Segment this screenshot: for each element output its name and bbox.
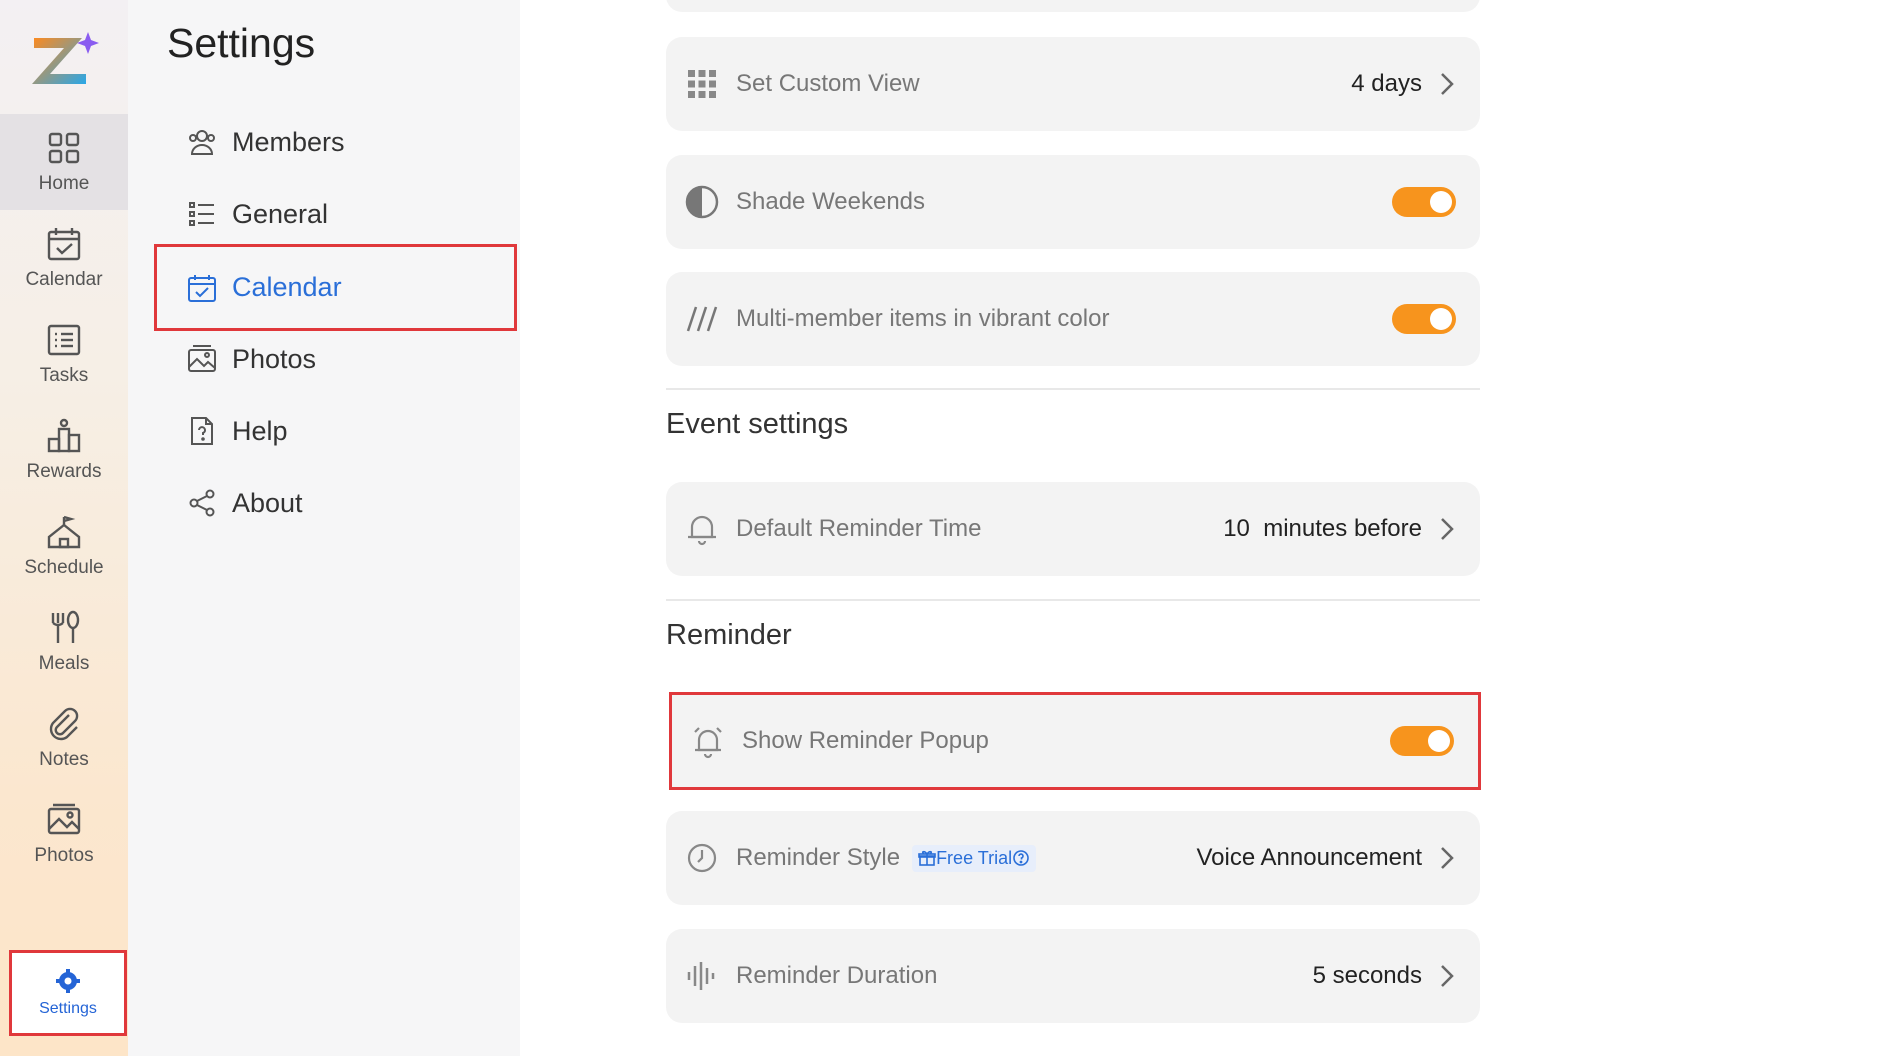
settings-item-help[interactable]: Help (154, 395, 514, 467)
section-title-reminder: Reminder (666, 619, 792, 651)
nav-item-rewards[interactable]: Rewards (0, 402, 128, 498)
setting-label: Reminder Style (736, 844, 901, 871)
nav-item-settings[interactable]: Settings (9, 950, 127, 1036)
shade-weekends-row: Shade Weekends (666, 155, 1480, 249)
divider (666, 599, 1480, 601)
settings-item-label: Members (232, 126, 345, 157)
nav-label: Calendar (25, 269, 103, 290)
meals-icon (51, 610, 80, 643)
multi-member-vibrant-row: Multi-member items in vibrant color (666, 272, 1480, 366)
nav-item-home[interactable]: Home (0, 114, 128, 210)
settings-item-label: Help (232, 415, 288, 446)
free-trial-badge[interactable]: Free Trial (912, 844, 1037, 872)
grid-dots-icon (688, 70, 716, 98)
nav-label: Tasks (39, 365, 89, 386)
divider (666, 388, 1480, 390)
home-grid-icon (48, 132, 80, 164)
paperclip-icon (49, 707, 79, 741)
setting-label: Default Reminder Time (736, 515, 982, 542)
settings-item-members[interactable]: Members (154, 106, 514, 178)
nav-item-schedule[interactable]: Schedule (0, 498, 128, 594)
section-title-event-settings: Event settings (666, 408, 849, 440)
settings-item-calendar[interactable]: Calendar (154, 244, 517, 331)
schedule-icon (47, 515, 81, 549)
half-circle-icon (685, 185, 719, 219)
settings-item-about[interactable]: About (154, 467, 514, 539)
setting-value: 5 seconds (1312, 962, 1422, 989)
audio-wave-icon (687, 962, 715, 990)
settings-item-label: About (232, 487, 303, 518)
nav-rail: Home Calendar Tasks Rewards Schedule Mea… (0, 0, 128, 1056)
list-icon (189, 202, 214, 226)
photos-icon (188, 345, 216, 372)
default-reminder-time-row[interactable]: Default Reminder Time 10 minutes before (666, 482, 1480, 576)
chevron-right-icon (1441, 73, 1454, 95)
settings-item-label: Calendar (232, 272, 342, 302)
set-custom-view-row[interactable]: Set Custom View 4 days (666, 37, 1480, 131)
alarm-bell-icon (694, 727, 722, 759)
nav-label: Rewards (26, 461, 102, 482)
show-reminder-popup-toggle[interactable] (1390, 726, 1454, 756)
setting-label: Shade Weekends (736, 188, 926, 215)
setting-label: Show Reminder Popup (742, 727, 989, 754)
nav-label: Home (38, 173, 90, 194)
badge-label: Free Trial (936, 847, 1013, 868)
rewards-icon (47, 418, 81, 453)
page-title: Settings (167, 20, 316, 66)
nav-item-tasks[interactable]: Tasks (0, 306, 128, 402)
nav-label: Settings (39, 1000, 97, 1017)
reminder-duration-row[interactable]: Reminder Duration 5 seconds (666, 929, 1480, 1023)
help-circle-icon (1013, 850, 1029, 866)
setting-value: 10 minutes before (1223, 515, 1422, 542)
nav-item-meals[interactable]: Meals (0, 594, 128, 690)
nav-label: Meals (38, 653, 90, 674)
nav-item-notes[interactable]: Notes (0, 690, 128, 786)
previous-setting-card (666, 0, 1480, 12)
nav-label: Photos (34, 845, 94, 866)
nav-item-photos[interactable]: Photos (0, 786, 128, 882)
calendar-check-icon (188, 274, 216, 302)
help-doc-icon (191, 417, 213, 445)
setting-label: Reminder Duration (736, 962, 938, 989)
members-icon (189, 130, 215, 155)
settings-item-label: General (232, 198, 329, 229)
stripes-icon (686, 306, 718, 332)
share-icon (189, 489, 215, 517)
chevron-right-icon (1441, 847, 1454, 869)
nav-label: Notes (39, 749, 89, 770)
setting-value: Voice Announcement (1196, 844, 1422, 871)
photos-icon (47, 803, 81, 835)
multi-member-toggle[interactable] (1392, 304, 1456, 334)
nav-item-calendar[interactable]: Calendar (0, 210, 128, 306)
settings-item-general[interactable]: General (154, 178, 514, 250)
gift-icon (918, 850, 936, 866)
settings-panel: Settings Members General Calendar Photos (128, 0, 520, 1056)
settings-item-photos[interactable]: Photos (154, 323, 514, 395)
setting-label: Multi-member items in vibrant color (736, 305, 1110, 332)
settings-item-label: Photos (232, 343, 317, 374)
chevron-right-icon (1441, 965, 1454, 987)
shade-weekends-toggle[interactable] (1392, 187, 1456, 217)
gear-icon (56, 969, 80, 993)
app-logo (30, 30, 100, 90)
setting-value: 4 days (1351, 70, 1422, 97)
calendar-check-icon (47, 228, 81, 261)
tasks-list-icon (47, 324, 81, 356)
clock-icon (687, 843, 717, 873)
show-reminder-popup-row: Show Reminder Popup (669, 692, 1481, 790)
nav-label: Schedule (24, 557, 104, 578)
setting-label: Set Custom View (736, 70, 920, 97)
bell-icon (688, 515, 716, 546)
chevron-right-icon (1441, 518, 1454, 540)
reminder-style-row[interactable]: Reminder Style Free Trial Voice Announce… (666, 811, 1480, 905)
